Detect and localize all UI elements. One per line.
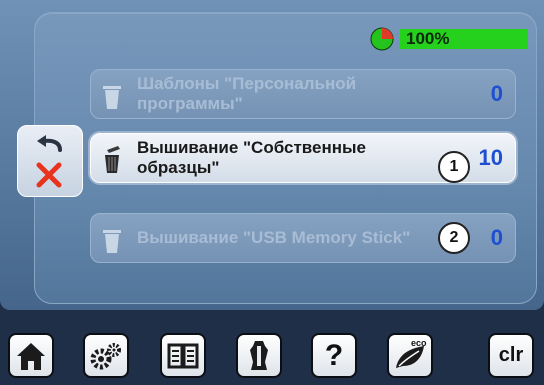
sewing-consultant-button[interactable] <box>236 333 282 378</box>
list-item-count: 10 <box>478 145 503 170</box>
delete-icon[interactable] <box>35 162 63 188</box>
list-item-count: 0 <box>490 225 503 250</box>
undo-delete-box[interactable] <box>17 125 83 197</box>
tutorial-icon <box>167 343 199 368</box>
battery-indicator: 100% <box>370 26 528 52</box>
list-item-label: Вышивание "Собственные образцы" <box>137 138 366 177</box>
sewing-consultant-icon <box>250 340 268 370</box>
eco-button[interactable]: eco <box>387 333 433 378</box>
tutorial-button[interactable] <box>160 333 206 378</box>
callout-2: 2 <box>438 222 470 254</box>
callout-1: 1 <box>438 151 470 183</box>
clear-label: clr <box>498 344 524 366</box>
list-item-label: Шаблоны "Персональной программы" <box>137 74 357 113</box>
settings-icon <box>90 342 121 369</box>
undo-icon[interactable] <box>34 134 64 154</box>
list-item-label: Вышивание "USB Memory Stick" <box>137 228 411 247</box>
settings-button[interactable] <box>83 333 129 378</box>
battery-label: 100% <box>406 29 450 48</box>
list-item-personal-program: Шаблоны "Персональной программы" 0 <box>90 69 516 119</box>
clear-button[interactable]: clr <box>488 333 534 378</box>
trash-icon <box>103 230 121 253</box>
list-item-count: 0 <box>490 81 503 106</box>
help-button[interactable]: ? <box>311 333 357 378</box>
eco-label: eco <box>411 338 427 348</box>
pie-icon <box>370 27 394 51</box>
home-icon <box>17 342 45 370</box>
help-icon: ? <box>324 338 344 372</box>
trash-icon <box>103 86 121 109</box>
home-button[interactable] <box>8 333 54 378</box>
trash-icon <box>105 146 120 173</box>
battery-bar: 100% <box>400 29 528 49</box>
